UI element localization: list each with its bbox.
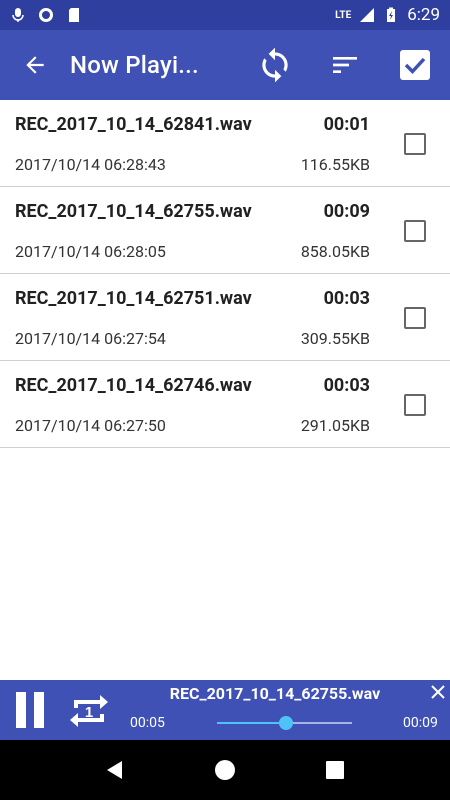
sd-card-icon <box>69 8 79 22</box>
recording-checkbox[interactable] <box>404 307 426 329</box>
recording-checkbox[interactable] <box>404 394 426 416</box>
checkbox-checked-icon <box>400 50 430 80</box>
pause-icon <box>16 692 26 728</box>
triangle-back-icon <box>107 761 122 779</box>
nav-recents-button[interactable] <box>315 750 355 790</box>
square-recents-icon <box>326 761 344 779</box>
recording-name: REC_2017_10_14_62841.wav <box>15 114 252 135</box>
app-bar: Now Playi... <box>0 30 450 100</box>
record-circle-icon <box>39 8 53 22</box>
recording-duration: 00:01 <box>323 114 370 135</box>
recording-name: REC_2017_10_14_62751.wav <box>15 288 252 309</box>
total-time: 00:09 <box>403 715 438 731</box>
recording-date: 2017/10/14 06:28:43 <box>15 155 166 174</box>
back-button[interactable] <box>0 30 70 100</box>
pause-button[interactable] <box>12 692 48 728</box>
status-bar: LTE 6:29 <box>0 0 450 30</box>
recording-list: REC_2017_10_14_62841.wav 00:01 2017/10/1… <box>0 100 450 448</box>
recording-date: 2017/10/14 06:28:05 <box>15 242 166 261</box>
now-playing-title: REC_2017_10_14_62755.wav <box>169 684 381 703</box>
nav-home-button[interactable] <box>205 750 245 790</box>
recording-checkbox[interactable] <box>404 220 426 242</box>
network-type: LTE <box>335 9 352 21</box>
system-nav-bar <box>0 740 450 800</box>
recording-duration: 00:09 <box>323 201 370 222</box>
list-item[interactable]: REC_2017_10_14_62841.wav 00:01 2017/10/1… <box>0 100 450 187</box>
recording-date: 2017/10/14 06:27:50 <box>15 416 166 435</box>
current-time: 00:05 <box>130 715 165 731</box>
microphone-icon <box>12 8 24 22</box>
recording-name: REC_2017_10_14_62746.wav <box>15 375 252 396</box>
sort-icon <box>333 57 357 73</box>
list-item[interactable]: REC_2017_10_14_62755.wav 00:09 2017/10/1… <box>0 187 450 274</box>
close-icon[interactable] <box>429 683 447 701</box>
mini-player: 1 REC_2017_10_14_62755.wav 00:05 00:09 <box>0 680 450 740</box>
recording-name: REC_2017_10_14_62755.wav <box>15 201 252 222</box>
nav-back-button[interactable] <box>95 750 135 790</box>
select-all-button[interactable] <box>380 30 450 100</box>
repeat-one-icon: 1 <box>70 695 108 727</box>
signal-icon <box>360 8 375 22</box>
list-item[interactable]: REC_2017_10_14_62751.wav 00:03 2017/10/1… <box>0 274 450 361</box>
battery-charging-icon <box>387 7 396 22</box>
recording-size: 291.05KB <box>300 416 370 435</box>
seek-bar-thumb[interactable] <box>278 716 293 730</box>
recording-duration: 00:03 <box>323 288 370 309</box>
pause-icon <box>34 692 44 728</box>
arrow-back-icon <box>26 56 44 74</box>
repeat-count: 1 <box>85 704 93 721</box>
recording-size: 116.55KB <box>300 155 370 174</box>
recording-date: 2017/10/14 06:27:54 <box>15 329 166 348</box>
seek-bar[interactable] <box>217 716 352 730</box>
status-time: 6:29 <box>407 5 440 25</box>
recording-checkbox[interactable] <box>404 133 426 155</box>
page-title: Now Playi... <box>70 51 199 79</box>
recording-size: 858.05KB <box>300 242 370 261</box>
sync-button[interactable] <box>240 30 310 100</box>
sort-button[interactable] <box>310 30 380 100</box>
seek-bar-progress <box>217 722 286 724</box>
list-item[interactable]: REC_2017_10_14_62746.wav 00:03 2017/10/1… <box>0 361 450 448</box>
status-notification-icons <box>10 7 82 23</box>
circle-home-icon <box>215 760 235 780</box>
recording-size: 309.55KB <box>300 329 370 348</box>
repeat-one-button[interactable]: 1 <box>66 688 112 734</box>
recording-duration: 00:03 <box>323 375 370 396</box>
sync-icon <box>262 47 288 83</box>
